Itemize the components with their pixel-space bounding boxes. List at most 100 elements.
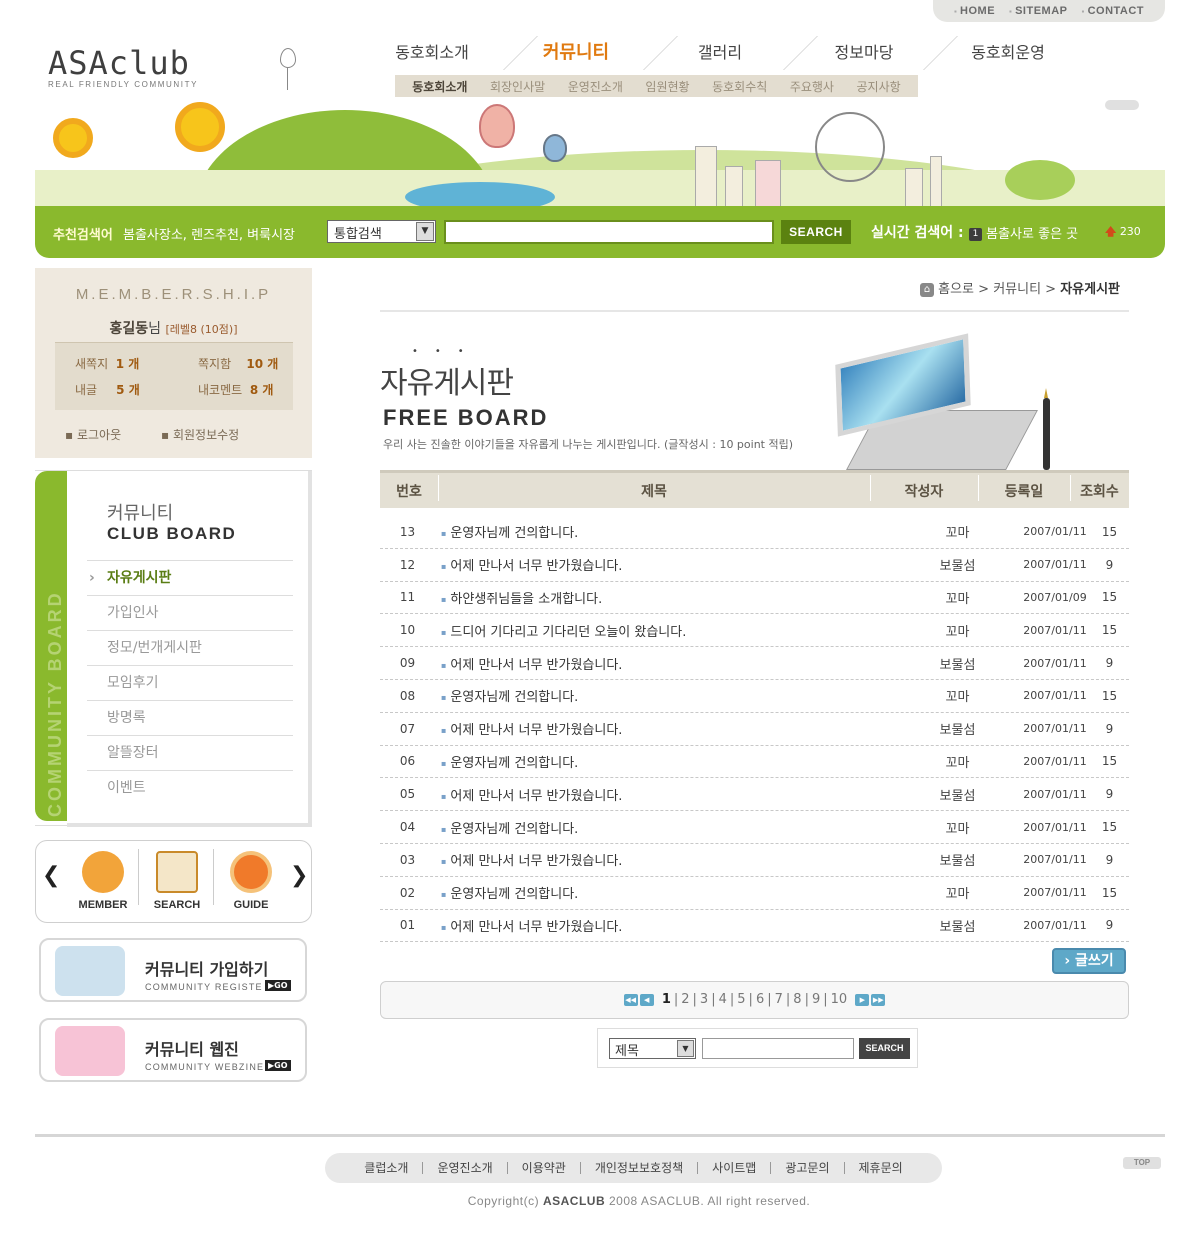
my-posts-count: 5 개 (116, 383, 140, 397)
quick-member[interactable]: MEMBER (68, 851, 138, 911)
my-comments-link[interactable]: 내코멘트 8 개 (198, 381, 273, 398)
menu-item-guestbook[interactable]: 방명록 (87, 700, 293, 735)
community-webzine-banner[interactable]: 커뮤니티 웹진 COMMUNITY WEBZINE ▶GO (39, 1018, 307, 1082)
post-views: 9 (1105, 852, 1114, 867)
last-page-icon[interactable]: ▶▶ (871, 993, 886, 1006)
prev-page-icon[interactable]: ◀ (639, 993, 654, 1006)
post-views: 15 (1101, 688, 1118, 703)
page-number[interactable]: 9 (812, 992, 820, 1007)
page-number[interactable]: 4 (719, 992, 727, 1007)
breadcrumb: ⌂ 홈으로 > 커뮤니티 > 자유게시판 (920, 278, 1120, 297)
post-title-link[interactable]: 하얀생쥐님들을 소개합니다. (435, 588, 895, 607)
post-number: 02 (399, 885, 416, 900)
site-logo[interactable]: ASAclub REAL FRIENDLY COMMUNITY (48, 44, 198, 89)
board-search-input[interactable] (702, 1038, 854, 1059)
quick-search[interactable]: SEARCH (142, 851, 212, 911)
logout-link[interactable]: ▪ 로그아웃 (65, 426, 121, 443)
table-row: 09 어제 만나서 너무 반가웠습니다. 보물섬 2007/01/11 9 (380, 647, 1129, 680)
next-arrow-icon[interactable]: ❯ (290, 863, 308, 888)
page-number[interactable]: 10 (831, 992, 848, 1007)
nav-info[interactable]: 정보마당 (792, 36, 936, 70)
post-views: 9 (1105, 557, 1114, 572)
my-comments-count: 8 개 (249, 383, 274, 397)
post-title-link[interactable]: 어제 만나서 너무 반가웠습니다. (435, 785, 895, 804)
edit-info-link[interactable]: ▪ 회원정보수정 (161, 426, 239, 443)
menu-title-kr: 커뮤니티 (107, 503, 174, 524)
page-number[interactable]: 7 (775, 992, 783, 1007)
search-input[interactable] (444, 220, 774, 244)
nav-gallery[interactable]: 갤러리 (648, 36, 792, 70)
footer-link-staff[interactable]: 운영진소개 (423, 1162, 508, 1174)
post-title-link[interactable]: 어제 만나서 너무 반가웠습니다. (435, 555, 895, 574)
prev-arrow-icon[interactable]: ❮ (42, 863, 60, 888)
post-date: 2007/01/11 (1023, 820, 1087, 834)
search-field-select[interactable]: 제목 ▼ (609, 1038, 696, 1059)
post-title-link[interactable]: 운영자님께 건의합니다. (435, 752, 895, 771)
realtime-keyword[interactable]: 1 봄출사로 좋은 곳 (969, 223, 1078, 242)
board-search-button[interactable]: SEARCH (859, 1038, 910, 1059)
footer-nav: 클럽소개 운영진소개 이용약관 개인정보보호정책 사이트맵 광고문의 제휴문의 (325, 1153, 942, 1183)
footer-link-sitemap[interactable]: 사이트맵 (698, 1162, 772, 1174)
post-writer: 보물섬 (939, 854, 976, 870)
breadcrumb-section[interactable]: 커뮤니티 (993, 282, 1041, 297)
post-title-link[interactable]: 어제 만나서 너무 반가웠습니다. (435, 719, 895, 738)
footer-link-ads[interactable]: 광고문의 (771, 1162, 845, 1174)
post-writer: 꼬마 (945, 526, 970, 542)
new-note-link[interactable]: 새쪽지 1 개 (75, 355, 139, 372)
post-title-link[interactable]: 운영자님께 건의합니다. (435, 686, 895, 705)
post-title-link[interactable]: 운영자님께 건의합니다. (435, 818, 895, 837)
post-number: 06 (399, 754, 416, 769)
recommended-keywords[interactable]: 봄출사장소, 렌즈추천, 벼룩시장 (123, 224, 295, 243)
page-number[interactable]: 2 (681, 992, 689, 1007)
menu-item-greetings[interactable]: 가입인사 (87, 595, 293, 630)
footer-link-terms[interactable]: 이용약관 (508, 1162, 581, 1174)
balloon-icon (280, 48, 296, 68)
page-number[interactable]: 1 (662, 992, 671, 1007)
top-button[interactable]: TOP (1123, 1157, 1161, 1169)
table-row: 13 운영자님께 건의합니다. 꼬마 2007/01/11 15 (380, 516, 1129, 549)
breadcrumb-home[interactable]: 홈으로 (938, 282, 974, 297)
menu-item-meetup-board[interactable]: 정모/번개게시판 (87, 630, 293, 665)
quick-guide[interactable]: GUIDE (216, 851, 286, 911)
post-title-link[interactable]: 운영자님께 건의합니다. (435, 522, 895, 541)
menu-item-event[interactable]: 이벤트 (87, 770, 293, 805)
search-button[interactable]: SEARCH (781, 220, 851, 244)
util-home-link[interactable]: HOME (954, 5, 995, 17)
notebox-link[interactable]: 쪽지함 10 개 (198, 355, 278, 372)
menu-item-reviews[interactable]: 모임후기 (87, 665, 293, 700)
first-page-icon[interactable]: ◀◀ (623, 993, 638, 1006)
post-views: 15 (1101, 590, 1118, 605)
post-title-link[interactable]: 어제 만나서 너무 반가웠습니다. (435, 654, 895, 673)
post-date: 2007/01/11 (1023, 558, 1087, 572)
post-title-link[interactable]: 드디어 기다리고 기다리던 오늘이 왔습니다. (435, 621, 895, 640)
page-number[interactable]: 6 (756, 992, 764, 1007)
menu-item-free-board[interactable]: 자유게시판 (87, 560, 293, 596)
nav-club-operation[interactable]: 동호회운영 (936, 36, 1080, 70)
post-title-link[interactable]: 어제 만나서 너무 반가웠습니다. (435, 916, 895, 935)
page-separator: | (673, 992, 679, 1007)
user-suffix: 님 (148, 321, 162, 337)
realtime-label: 실시간 검색어 : (871, 225, 964, 241)
search-scope-select[interactable]: 통합검색 ▼ (327, 220, 436, 243)
notebox-label: 쪽지함 (198, 357, 232, 371)
post-title-link[interactable]: 운영자님께 건의합니다. (435, 883, 895, 902)
post-title-link[interactable]: 어제 만나서 너무 반가웠습니다. (435, 850, 895, 869)
nav-community[interactable]: 커뮤니티 (504, 36, 648, 70)
my-posts-link[interactable]: 내글 5 개 (75, 381, 140, 398)
util-sitemap-link[interactable]: SITEMAP (1009, 5, 1067, 17)
page-number[interactable]: 3 (700, 992, 708, 1007)
next-page-icon[interactable]: ▶ (855, 993, 870, 1006)
post-views: 9 (1105, 918, 1114, 933)
util-contact-link[interactable]: CONTACT (1082, 5, 1145, 17)
menu-item-market[interactable]: 알뜰장터 (87, 735, 293, 770)
footer-link-privacy[interactable]: 개인정보보호정책 (581, 1162, 699, 1174)
footer-link-club-intro[interactable]: 클럽소개 (350, 1162, 424, 1174)
footer-link-partnership[interactable]: 제휴문의 (845, 1162, 917, 1174)
write-button[interactable]: › 글쓰기 (1052, 948, 1126, 974)
page-number[interactable]: 8 (793, 992, 801, 1007)
page-number[interactable]: 5 (737, 992, 745, 1007)
nav-club-intro[interactable]: 동호회소개 (360, 36, 504, 70)
community-register-banner[interactable]: 커뮤니티 가입하기 COMMUNITY REGISTE ▶GO (39, 938, 307, 1002)
balloon-string (287, 68, 288, 90)
arrow-up-icon: 🡅 (1105, 225, 1117, 238)
